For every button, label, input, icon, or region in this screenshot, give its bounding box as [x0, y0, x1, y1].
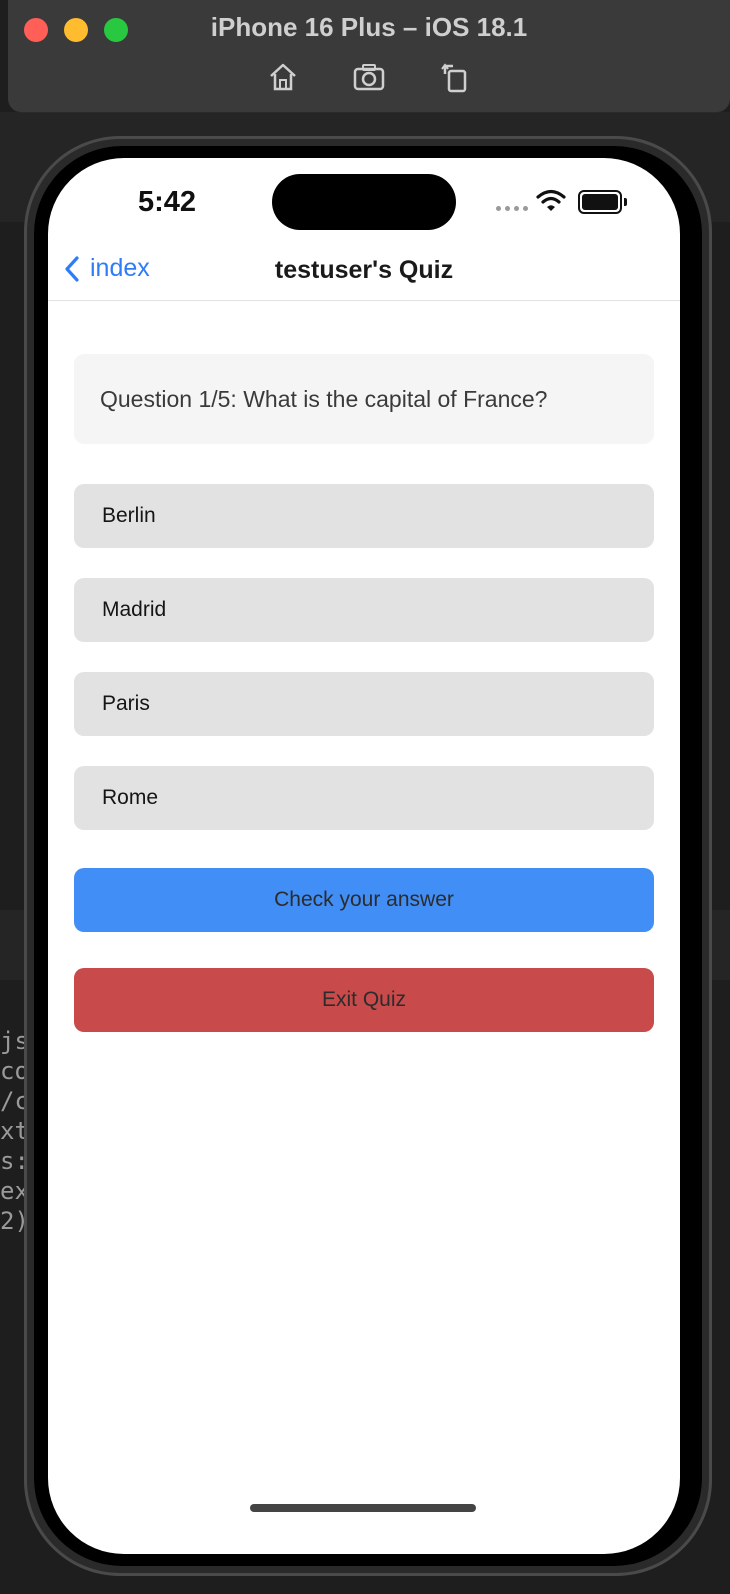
- answer-label: Madrid: [102, 598, 167, 621]
- exit-quiz-label: Exit Quiz: [321, 988, 407, 1011]
- signal-dots-icon: [496, 206, 528, 211]
- screenshot-icon[interactable]: [352, 60, 386, 94]
- simulator-title-bar: iPhone 16 Plus – iOS 18.1: [8, 0, 730, 113]
- check-answer-button[interactable]: Check your answer: [74, 868, 654, 932]
- navigation-bar: index testuser's Quiz: [48, 246, 680, 301]
- answer-label: Rome: [102, 786, 159, 809]
- dynamic-island: [272, 174, 456, 230]
- simulator-toolbar: [8, 60, 730, 94]
- rotate-icon[interactable]: [438, 60, 472, 94]
- wifi-icon: [536, 189, 566, 211]
- home-indicator[interactable]: [250, 1504, 476, 1512]
- page-title: testuser's Quiz: [274, 256, 454, 284]
- battery-icon: [578, 190, 627, 214]
- check-answer-label: Check your answer: [274, 888, 454, 911]
- answer-option[interactable]: Madrid: [74, 578, 654, 642]
- answer-list: Berlin Madrid Paris Rome: [74, 484, 654, 830]
- answer-option[interactable]: Berlin: [74, 484, 654, 548]
- answer-option[interactable]: Rome: [74, 766, 654, 830]
- phone-screen: 5:42 index testuser's Quiz Question 1/5:…: [48, 158, 680, 1554]
- simulator-title: iPhone 16 Plus – iOS 18.1: [210, 12, 528, 42]
- answer-label: Paris: [102, 692, 150, 715]
- answer-label: Berlin: [102, 504, 156, 527]
- question-card: Question 1/5: What is the capital of Fra…: [74, 354, 654, 444]
- home-icon[interactable]: [266, 60, 300, 94]
- quiz-content: Question 1/5: What is the capital of Fra…: [74, 354, 654, 1032]
- status-time: 5:42: [138, 186, 197, 218]
- exit-quiz-button[interactable]: Exit Quiz: [74, 968, 654, 1032]
- answer-option[interactable]: Paris: [74, 672, 654, 736]
- question-text: Question 1/5: What is the capital of Fra…: [100, 385, 548, 412]
